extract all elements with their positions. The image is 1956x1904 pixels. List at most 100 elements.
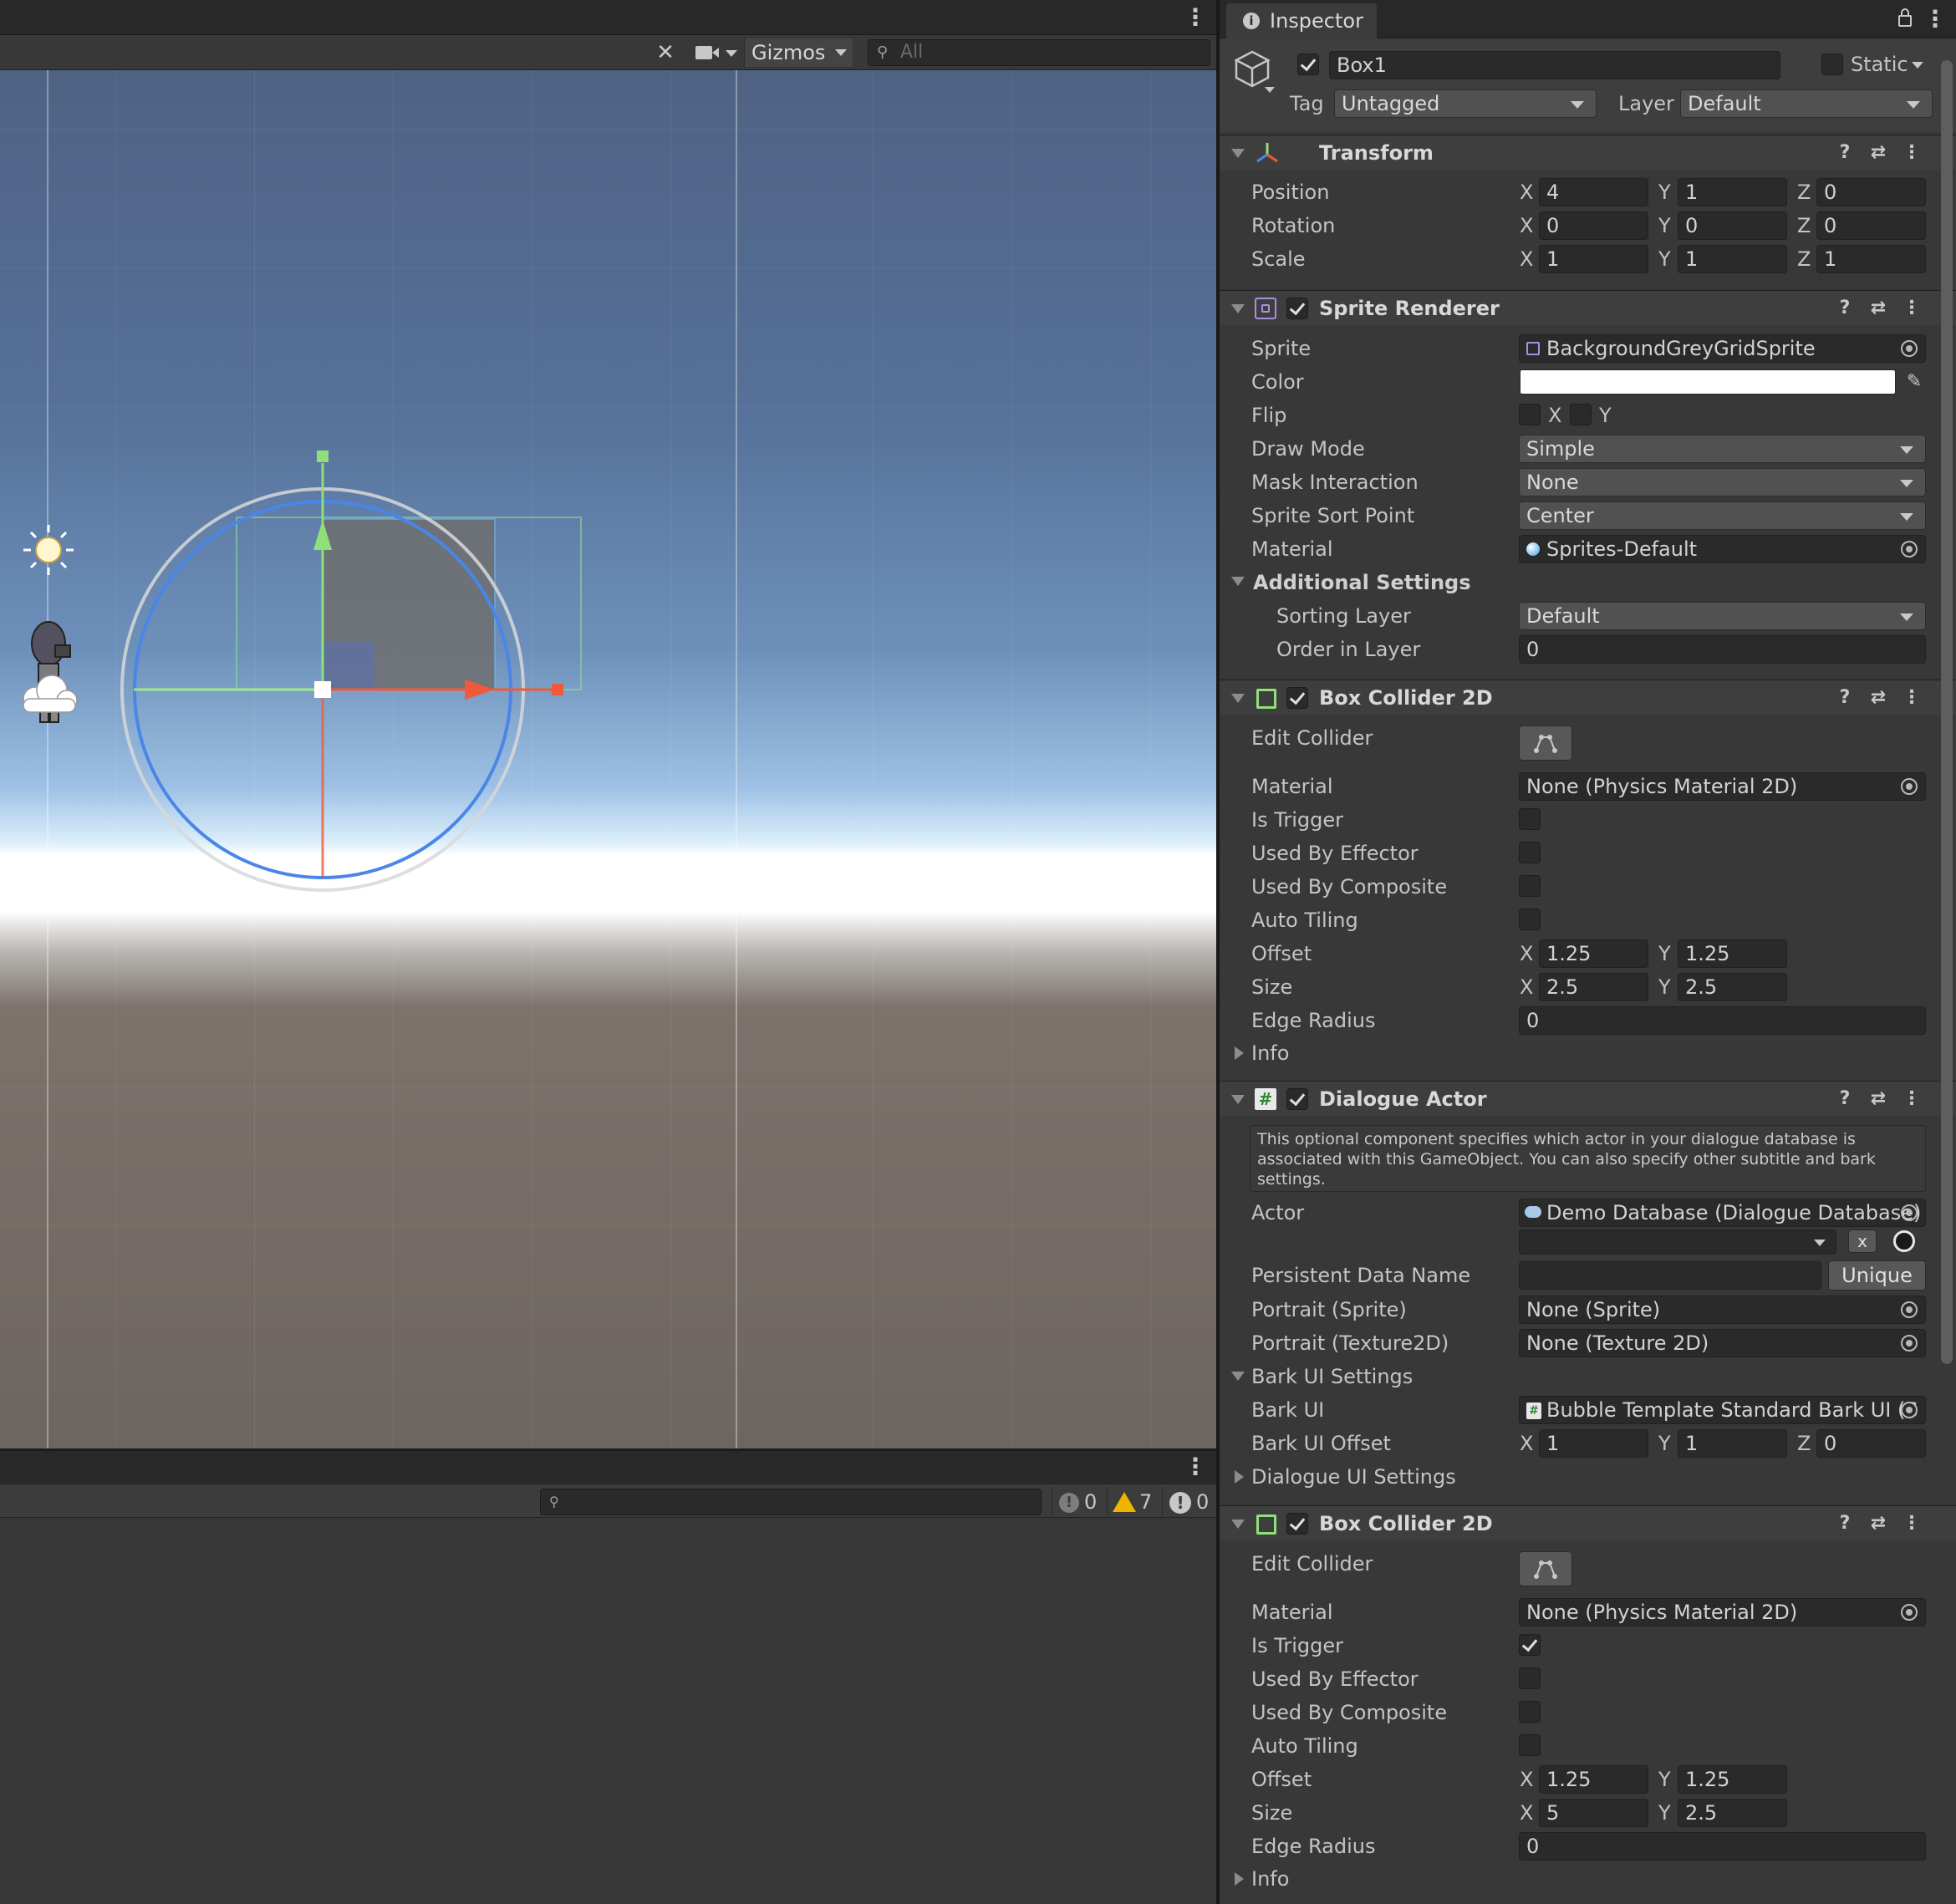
inspector-menu-icon[interactable]: ⋮ [1923, 7, 1948, 32]
material-object-field[interactable]: Sprites-Default [1519, 535, 1926, 563]
presets-icon[interactable]: ⇄ [1866, 296, 1891, 321]
component-menu-icon[interactable]: ⋮ [1899, 1087, 1924, 1112]
offset-y-field[interactable]: 1.25 [1678, 1765, 1787, 1794]
color-swatch[interactable] [1520, 369, 1896, 395]
info-label[interactable]: Info [1251, 1865, 1289, 1893]
bark-ui-field[interactable]: # Bubble Template Standard Bark UI (S [1519, 1396, 1926, 1424]
mask-interaction-dropdown[interactable]: None [1519, 468, 1926, 496]
scene-menu-icon[interactable]: ⋮ [1183, 5, 1208, 30]
component-menu-icon[interactable]: ⋮ [1899, 685, 1924, 710]
flip-x-checkbox[interactable] [1519, 404, 1541, 425]
help-icon[interactable]: ? [1832, 140, 1857, 165]
edit-collider-button[interactable] [1519, 1551, 1572, 1586]
inspector-scrollbar[interactable] [1941, 60, 1953, 1364]
position-z-field[interactable]: 0 [1816, 178, 1926, 206]
dialogue-actor-enabled-checkbox[interactable] [1286, 1088, 1308, 1110]
size-y-field[interactable]: 2.5 [1678, 1799, 1787, 1827]
component-menu-icon[interactable]: ⋮ [1899, 296, 1924, 321]
sorting-layer-dropdown[interactable]: Default [1519, 602, 1926, 630]
help-icon[interactable]: ? [1832, 296, 1857, 321]
physics-material-field[interactable]: None (Physics Material 2D) [1519, 772, 1926, 801]
lock-icon[interactable] [1898, 15, 1912, 27]
static-checkbox[interactable] [1821, 53, 1843, 75]
foldout-arrow-icon[interactable] [1231, 694, 1245, 703]
box-collider-2-enabled-checkbox[interactable] [1286, 1513, 1308, 1535]
draw-mode-dropdown[interactable]: Simple [1519, 435, 1926, 463]
actor-select-dropdown[interactable] [1519, 1229, 1836, 1255]
scale-y-field[interactable]: 1 [1678, 245, 1787, 273]
info-foldout-icon[interactable] [1235, 1872, 1244, 1886]
foldout-arrow-icon[interactable] [1231, 1095, 1245, 1104]
tab-inspector[interactable]: i Inspector [1226, 3, 1377, 38]
size-x-field[interactable]: 2.5 [1539, 973, 1648, 1001]
console-log-area[interactable] [0, 1518, 1216, 1904]
object-picker-icon[interactable] [1901, 541, 1918, 557]
component-menu-icon[interactable]: ⋮ [1899, 140, 1924, 165]
help-icon[interactable]: ? [1832, 1511, 1857, 1536]
size-x-field[interactable]: 5 [1539, 1799, 1648, 1827]
bark-offset-y-field[interactable]: 1 [1678, 1429, 1787, 1458]
presets-icon[interactable]: ⇄ [1866, 1087, 1891, 1112]
dialogue-ui-settings-label[interactable]: Dialogue UI Settings [1251, 1463, 1456, 1491]
console-search-field[interactable]: ⚲ [540, 1489, 1042, 1515]
additional-settings-label[interactable]: Additional Settings [1253, 568, 1471, 597]
edge-radius-field[interactable]: 0 [1519, 1006, 1926, 1035]
sprite-sort-point-dropdown[interactable]: Center [1519, 501, 1926, 530]
actor-clear-button[interactable]: x [1848, 1229, 1877, 1253]
dialogue-ui-settings-foldout-icon[interactable] [1235, 1470, 1244, 1484]
help-icon[interactable]: ? [1832, 1087, 1857, 1112]
actor-selected-indicator-icon[interactable] [1893, 1230, 1915, 1252]
object-picker-icon[interactable] [1901, 778, 1918, 795]
gizmos-button[interactable]: Gizmos [744, 38, 853, 67]
object-picker-icon[interactable] [1901, 1335, 1918, 1352]
order-in-layer-field[interactable]: 0 [1519, 635, 1926, 664]
persistent-data-name-field[interactable] [1519, 1261, 1821, 1290]
eyedropper-icon[interactable]: ✎ [1902, 368, 1927, 396]
object-picker-icon[interactable] [1901, 1402, 1918, 1418]
layer-dropdown[interactable]: Default [1680, 89, 1933, 118]
position-y-field[interactable]: 1 [1678, 178, 1787, 206]
info-foldout-icon[interactable] [1235, 1046, 1244, 1060]
box-collider-header-2[interactable]: Box Collider 2D ? ⇄ ⋮ [1220, 1505, 1956, 1540]
gizmos-dropdown-icon[interactable] [835, 49, 847, 56]
transform-header[interactable]: Transform ? ⇄ ⋮ [1220, 135, 1956, 170]
size-y-field[interactable]: 2.5 [1678, 973, 1787, 1001]
sprite-renderer-enabled-checkbox[interactable] [1286, 298, 1308, 319]
box-collider-header[interactable]: Box Collider 2D ? ⇄ ⋮ [1220, 680, 1956, 715]
sprite-renderer-header[interactable]: Sprite Renderer ? ⇄ ⋮ [1220, 290, 1956, 325]
scene-gizmos[interactable] [0, 70, 1216, 1448]
scene-view[interactable]: ⋮ ✕ Gizmos ⚲ All [0, 0, 1216, 1448]
object-picker-icon[interactable] [1901, 1204, 1918, 1221]
gameobject-active-checkbox[interactable] [1297, 53, 1319, 75]
foldout-arrow-icon[interactable] [1231, 1520, 1245, 1529]
box-collider-enabled-checkbox[interactable] [1286, 687, 1308, 709]
scene-search-field[interactable]: ⚲ All [868, 39, 1210, 66]
scale-x-field[interactable]: 1 [1539, 245, 1648, 273]
used-by-effector-checkbox[interactable] [1519, 842, 1541, 863]
tools-icon[interactable]: ✕ [650, 38, 680, 67]
offset-x-field[interactable]: 1.25 [1539, 939, 1648, 968]
offset-y-field[interactable]: 1.25 [1678, 939, 1787, 968]
static-dropdown-arrow[interactable] [1912, 62, 1923, 69]
component-menu-icon[interactable]: ⋮ [1899, 1511, 1924, 1536]
is-trigger-checkbox[interactable] [1519, 1634, 1541, 1656]
used-by-composite-checkbox[interactable] [1519, 875, 1541, 897]
offset-x-field[interactable]: 1.25 [1539, 1765, 1648, 1794]
scale-z-field[interactable]: 1 [1816, 245, 1926, 273]
bark-ui-settings-foldout-icon[interactable] [1231, 1372, 1245, 1381]
bark-ui-settings-label[interactable]: Bark UI Settings [1251, 1362, 1413, 1391]
icon-dropdown-arrow[interactable] [1265, 87, 1275, 93]
object-picker-icon[interactable] [1901, 1604, 1918, 1621]
console-info-toggle[interactable]: ! 0 [1052, 1488, 1105, 1516]
physics-material-field[interactable]: None (Physics Material 2D) [1519, 1598, 1926, 1627]
gameobject-name-field[interactable]: Box1 [1329, 51, 1780, 79]
used-by-composite-checkbox[interactable] [1519, 1701, 1541, 1723]
additional-settings-foldout-icon[interactable] [1231, 577, 1245, 586]
edit-collider-button[interactable] [1519, 725, 1572, 761]
bark-offset-z-field[interactable]: 0 [1816, 1429, 1926, 1458]
actor-database-field[interactable]: Demo Database (Dialogue Database) [1519, 1199, 1926, 1227]
rotation-y-field[interactable]: 0 [1678, 211, 1787, 240]
sprite-object-field[interactable]: BackgroundGreyGridSprite [1519, 334, 1926, 363]
used-by-effector-checkbox[interactable] [1519, 1667, 1541, 1689]
portrait-sprite-field[interactable]: None (Sprite) [1519, 1296, 1926, 1324]
